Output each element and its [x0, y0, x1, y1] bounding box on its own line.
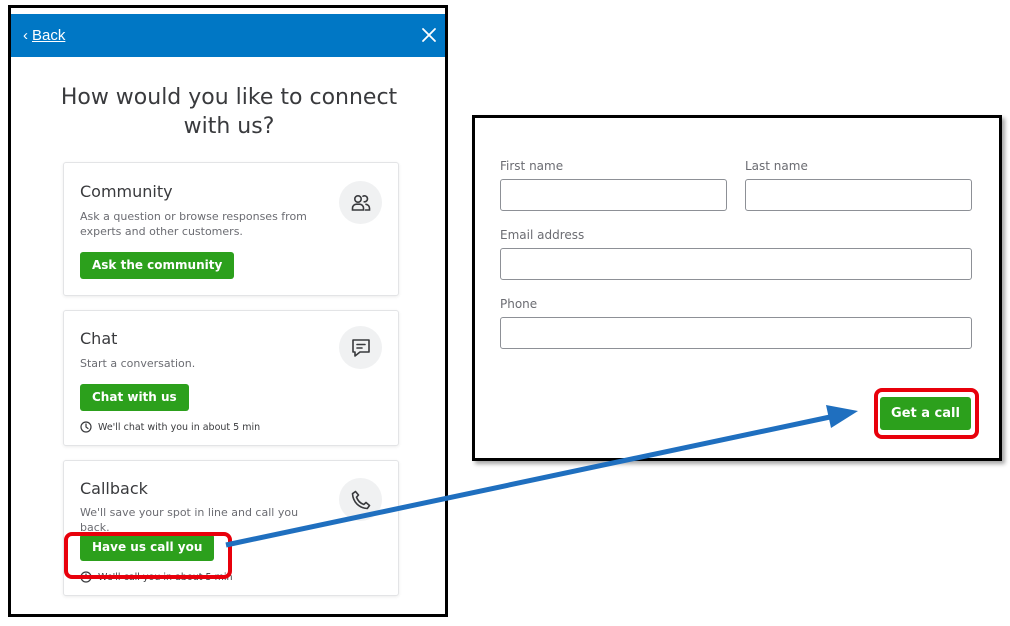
ask-community-button[interactable]: Ask the community: [80, 252, 235, 279]
chat-bubble-icon: [339, 326, 382, 369]
back-label: Back: [32, 27, 66, 44]
close-icon: [422, 28, 436, 42]
phone-icon: [339, 478, 382, 521]
last-name-label: Last name: [745, 159, 808, 173]
people-icon: [339, 181, 382, 224]
highlight-box-get-call-button: [874, 388, 979, 439]
clock-icon: [80, 421, 92, 433]
chat-with-us-button[interactable]: Chat with us: [80, 384, 189, 411]
card-title-community: Community: [80, 182, 173, 201]
panel-header: ‹ Back: [11, 14, 445, 57]
card-description-chat: Start a conversation.: [80, 357, 196, 370]
phone-field[interactable]: [500, 317, 972, 349]
email-label: Email address: [500, 228, 585, 242]
email-field[interactable]: [500, 248, 972, 280]
card-title-callback: Callback: [80, 479, 148, 498]
last-name-field[interactable]: [745, 179, 972, 211]
first-name-label: First name: [500, 159, 564, 173]
close-button[interactable]: [419, 25, 439, 45]
back-link[interactable]: ‹ Back: [23, 27, 65, 44]
first-name-field[interactable]: [500, 179, 727, 211]
chat-wait-time: We'll chat with you in about 5 min: [80, 421, 260, 433]
phone-label: Phone: [500, 297, 538, 311]
connect-options-panel: ‹ Back How would you like to connect wit…: [8, 5, 448, 617]
card-title-chat: Chat: [80, 329, 118, 348]
community-card: Community Ask a question or browse respo…: [63, 162, 399, 296]
chat-card: Chat Start a conversation. Chat with us …: [63, 310, 399, 446]
highlight-box-callback-button: [64, 532, 232, 579]
page-title: How would you like to connect with us?: [60, 85, 398, 139]
card-description-community: Ask a question or browse responses from …: [80, 210, 307, 238]
callback-form-panel: First name Last name Email address Phone…: [472, 115, 1002, 461]
chevron-left-icon: ‹: [23, 26, 28, 44]
card-description-callback: We'll save your spot in line and call yo…: [80, 506, 299, 534]
chat-wait-text: We'll chat with you in about 5 min: [98, 421, 261, 433]
